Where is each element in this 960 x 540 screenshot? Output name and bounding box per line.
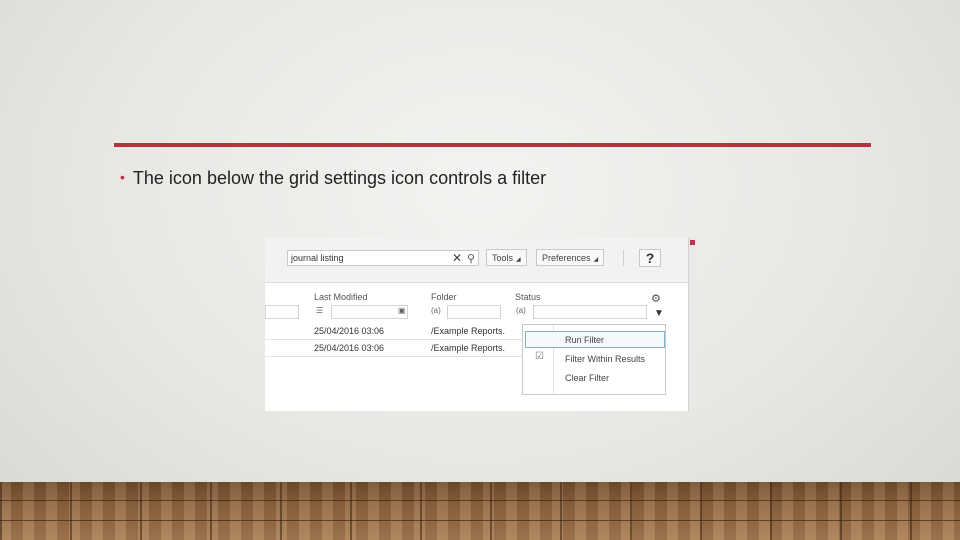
embedded-screenshot: journal listing ✕ ⚲ Tools ◢ Preferences ◢ … [265, 238, 696, 411]
plank-seam [0, 500, 960, 501]
cell-folder: /Example Reports. [431, 343, 506, 353]
filter-input-first[interactable] [265, 305, 299, 319]
bullet-text: The icon below the grid settings icon co… [132, 168, 547, 188]
funnel-icon[interactable]: ▼ [654, 308, 664, 319]
preferences-button[interactable]: Preferences ◢ [536, 249, 605, 266]
scrollbar[interactable] [688, 238, 696, 411]
scroll-thumb[interactable] [690, 240, 695, 245]
text-filter-icon[interactable]: (a) [516, 306, 526, 315]
close-icon[interactable]: ✕ [452, 251, 462, 265]
accent-rule [114, 143, 871, 147]
search-input[interactable]: journal listing ✕ ⚲ [287, 250, 479, 266]
bullet-dot-icon: • [120, 169, 125, 185]
cell-last-modified: 25/04/2016 03:06 [314, 326, 385, 336]
cell-folder: /Example Reports. [431, 326, 506, 336]
slide: • The icon below the grid settings icon c… [0, 0, 960, 540]
checkbox-icon[interactable]: ☑ [535, 351, 544, 362]
menu-item-clear-filter[interactable]: Clear Filter [565, 373, 609, 383]
status-filter-input[interactable] [533, 305, 647, 319]
folder-filter-input[interactable] [447, 305, 501, 319]
toolbar: journal listing ✕ ⚲ Tools ◢ Preferences ◢ … [265, 238, 689, 283]
menu-item-filter-within-results[interactable]: Filter Within Results [565, 354, 645, 364]
tools-label: Tools [492, 253, 514, 263]
help-button[interactable]: ? [639, 249, 661, 267]
table-row[interactable]: 25/04/2016 03:06 /Example Reports. [265, 340, 527, 357]
plank-seam [0, 520, 960, 521]
preferences-label: Preferences [542, 253, 591, 263]
dropdown-arrow-icon: ◢ [593, 257, 599, 263]
toolbar-divider [623, 250, 624, 266]
gear-icon[interactable]: ⚙ [651, 292, 661, 305]
bullet-point: • The icon below the grid settings icon c… [120, 168, 546, 189]
last-modified-filter-input[interactable] [331, 305, 408, 319]
column-header-status[interactable]: Status [515, 292, 541, 302]
wooden-floor [0, 482, 960, 540]
text-filter-icon[interactable]: (a) [431, 306, 441, 315]
dropdown-arrow-icon: ◢ [516, 257, 521, 263]
filter-menu: Run Filter ☑ Filter Within Results Clear… [522, 324, 666, 395]
column-header-folder[interactable]: Folder [431, 292, 457, 302]
menu-item-run-filter[interactable]: Run Filter [565, 335, 604, 345]
list-filter-icon[interactable]: ☰ [316, 306, 323, 315]
calendar-icon[interactable]: ▣ [398, 306, 406, 315]
column-header-last-modified[interactable]: Last Modified [314, 292, 368, 302]
tools-button[interactable]: Tools ◢ [486, 249, 527, 266]
cell-last-modified: 25/04/2016 03:06 [314, 343, 385, 353]
search-value: journal listing [291, 253, 344, 263]
search-icon[interactable]: ⚲ [467, 252, 475, 265]
table-row[interactable]: 25/04/2016 03:06 /Example Reports. [265, 323, 527, 340]
